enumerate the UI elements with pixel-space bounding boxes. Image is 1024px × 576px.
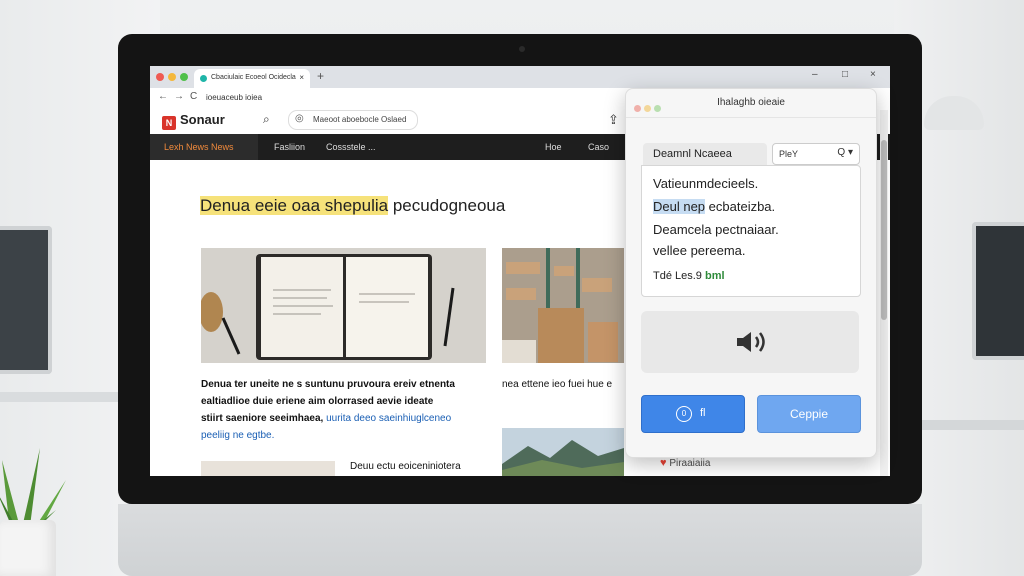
play-button-icon: 0 [676,406,692,422]
search-icon[interactable]: ⌕ [263,112,270,127]
voice-selector[interactable]: Deamnl Ncaeea [643,143,767,165]
minimize-icon[interactable]: – [812,69,818,80]
caption-link-3[interactable]: uurita deeo saeinhiuglceneo [323,413,451,424]
nav-item-case[interactable]: Caso [588,142,609,152]
text-line-2-rest: ecbateizba. [705,199,776,214]
reload-icon[interactable]: C [190,91,197,102]
meta-prefix: Tdé Les.9 [653,270,702,282]
caption-line-1: Denua ter uneite ne s suntunu pruvoura e… [201,379,455,390]
text-line-2: Deul nep ecbateizba. [653,199,775,214]
site-logo[interactable]: N Sonaur [162,112,225,130]
article-caption-3[interactable]: Deuu ectu eoiceniniotera [350,458,461,475]
article-caption-1[interactable]: Denua ter uneite ne s suntunu pruvoura e… [201,376,455,444]
background-monitor-right [972,222,1024,360]
page-scrollbar[interactable] [880,110,888,476]
tab-close-icon[interactable]: × [299,73,304,82]
browser-tab[interactable]: Cbaciulaic Ecoeol Ocidecla × [194,69,310,88]
meta-value: bml [704,270,725,282]
speaker-icon[interactable] [733,329,773,355]
below-popup-item[interactable]: ♥ Piraaiaiia [660,457,710,469]
window-zoom-dot[interactable] [180,73,188,81]
background-monitor-left [0,226,52,374]
browser-tab-bar: Cbaciulaic Ecoeol Ocidecla × + – □ × [150,66,890,88]
caption-line-3: stiirt saeniore seeimhaea, [201,413,324,424]
window-minimize-dot[interactable] [168,73,176,81]
article-thumb-image[interactable] [201,461,335,476]
background-desk-right [914,420,1024,430]
article-caption-2[interactable]: nea ettene ieo fuei hue e [502,376,612,393]
nav-item-home[interactable]: Hoe [545,142,562,152]
nav-item-more[interactable]: Cossstele ... [326,142,376,152]
warehouse-image[interactable] [502,248,624,363]
logo-text: Sonaur [180,112,225,127]
webcam-icon [519,46,525,52]
scrollbar-thumb[interactable] [881,140,887,320]
article-headline: Denua eeie oaa shepulia pecudogneoua [200,196,505,216]
site-favicon-icon [200,75,207,82]
nav-item-fashion[interactable]: Fasliion [274,142,305,152]
popup-title: Ihalaghb oieaie [717,97,785,108]
search-dropdown-icon: Q ▾ [837,147,853,158]
new-tab-icon[interactable]: + [317,69,324,83]
tts-popup: Ihalaghb oieaie Deamnl Ncaeea PleY Q ▾ V… [625,88,877,458]
search-placeholder: Maeoot aboebocle Oslaed [313,115,407,124]
search-mode-icon: ◎ [295,113,304,124]
tab-title: Cbaciulaic Ecoeol Ocidecla [211,74,296,81]
url-text[interactable]: ioeuaceub ioiea [206,93,262,102]
site-search-input[interactable]: ◎ Maeoot aboebocle Oslaed [288,110,418,130]
voice-label: Deamnl Ncaeea [653,148,732,160]
monitor-chin [118,504,922,576]
play-button[interactable]: 0 fl [641,395,745,433]
close-window-icon[interactable]: × [870,69,876,80]
below-popup-text: Piraaiaiia [669,458,711,469]
share-icon[interactable]: ⇪ [608,112,619,128]
selected-text: Deul nep [653,199,706,214]
plant-pot [0,520,56,576]
tts-text-area[interactable]: Vatieunmdecieels. Deul nep ecbateizba. D… [641,165,861,297]
mountain-image[interactable] [502,428,624,476]
copy-button[interactable]: Ceppie [757,395,861,433]
play-label: PleY [779,149,799,159]
notebook-image[interactable] [201,248,486,363]
text-meta: Tdé Les.9 bml [653,270,725,282]
text-line-4: vellee pereema. [653,243,746,258]
headline-highlight: Denua eeie oaa shepulia [200,196,389,215]
text-line-1: Vatieunmdecieels. [653,176,759,191]
heart-icon: ♥ [660,457,667,469]
headline-rest: pecudogneoua [388,196,506,215]
play-dropdown[interactable]: PleY Q ▾ [772,143,860,165]
caption-link-4[interactable]: peeliig ne egtbe. [201,427,455,444]
play-button-label: fl [700,407,706,419]
audio-player[interactable] [641,311,859,373]
back-icon[interactable]: ← [158,91,168,102]
logo-mark-icon: N [162,116,176,130]
text-line-3: Deamcela pectnaiaar. [653,222,779,237]
maximize-icon[interactable]: □ [842,69,848,80]
popup-divider [626,117,876,118]
caption-line-2: ealtiadlioe duie eriene aim olorrased ae… [201,396,434,407]
forward-icon[interactable]: → [174,91,184,102]
nav-item-news[interactable]: Lexh News News [164,142,234,152]
background-desk-left [0,392,120,402]
window-close-dot[interactable] [156,73,164,81]
